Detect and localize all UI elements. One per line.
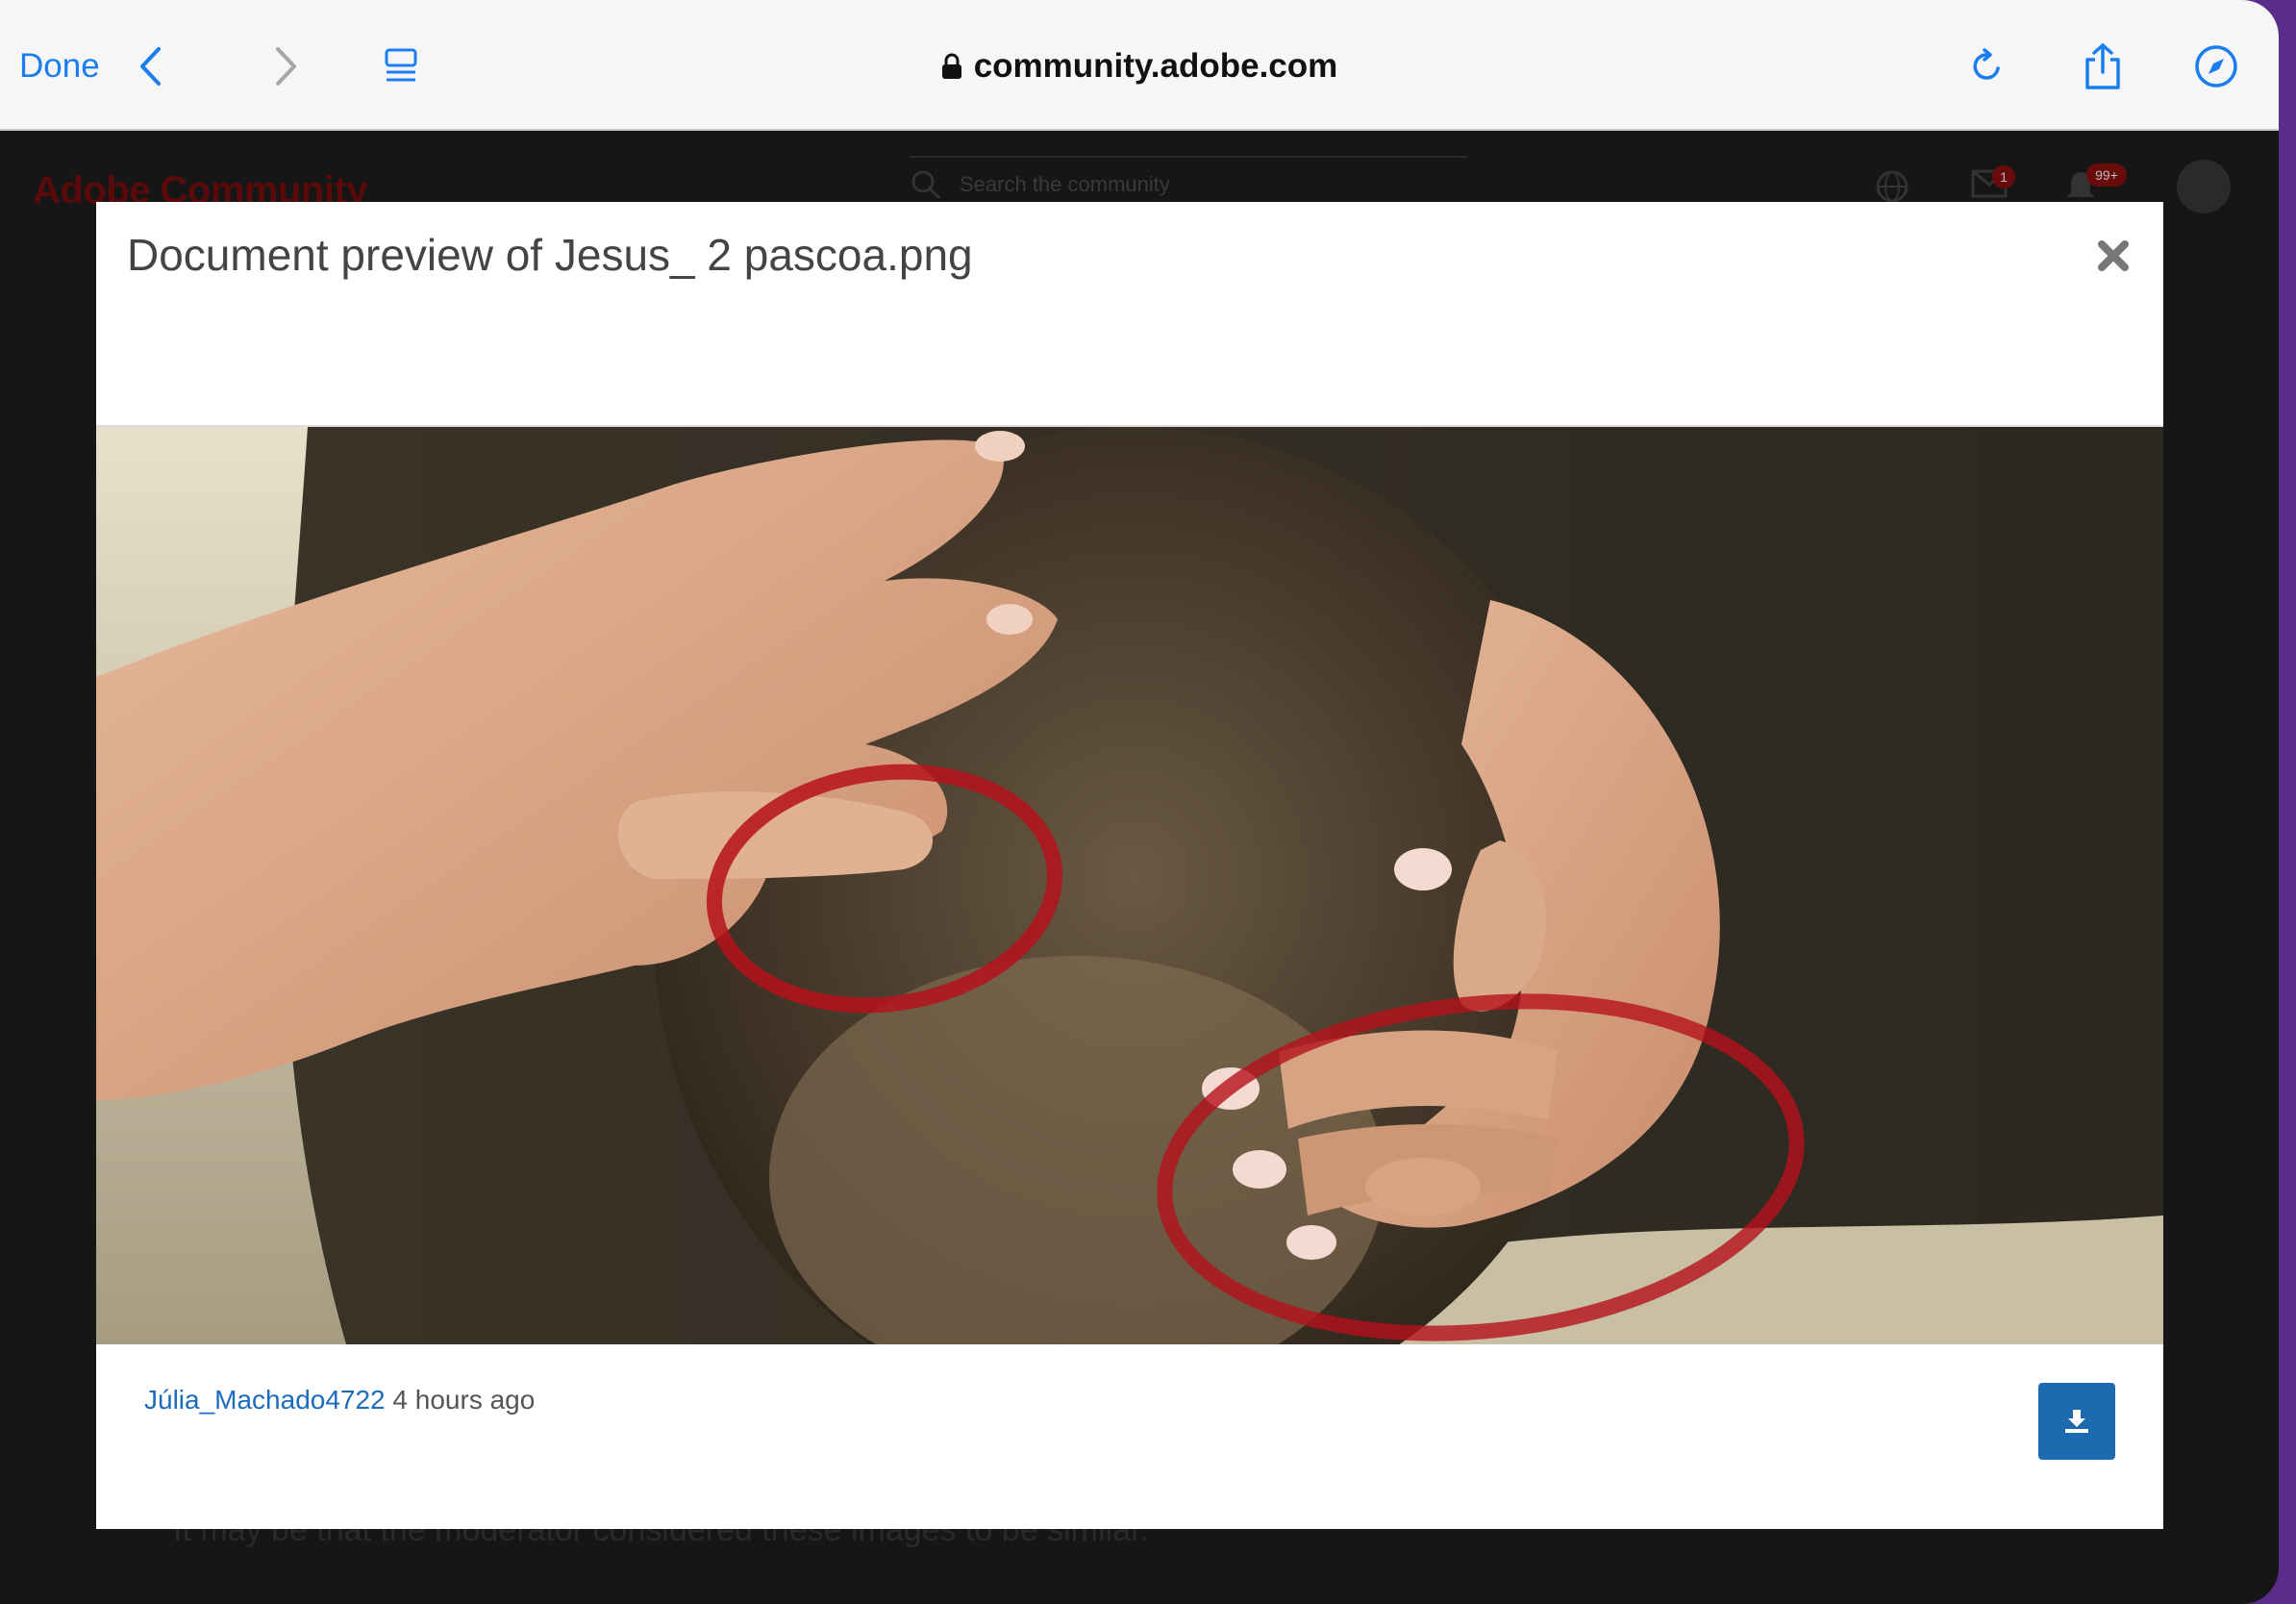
url-text: community.adobe.com: [973, 47, 1338, 85]
hands-on-fur-image: [96, 427, 2163, 1344]
reload-icon: [1973, 48, 2000, 80]
address-bar: community.adobe.com: [0, 40, 2279, 92]
attachment-meta: Júlia_Machado4722 4 hours ago: [144, 1385, 535, 1416]
done-button[interactable]: Done: [19, 40, 100, 92]
compass-icon: [2195, 45, 2237, 88]
download-icon: [2065, 1410, 2088, 1433]
back-button[interactable]: [131, 40, 169, 92]
close-button[interactable]: [2092, 235, 2134, 277]
user-avatar: [2177, 160, 2231, 213]
share-button[interactable]: [2077, 40, 2129, 92]
search-icon: [911, 170, 941, 200]
chevron-right-icon: [276, 47, 296, 86]
modal-title: Document preview of Jesus_ 2 pascoa.png: [127, 230, 973, 280]
list-icon: [385, 48, 417, 82]
globe-icon: [1876, 170, 1909, 203]
timestamp: 4 hours ago: [392, 1385, 536, 1415]
notifications-badge: 99+: [2086, 163, 2127, 187]
lock-icon: [941, 53, 961, 79]
share-icon: [2085, 43, 2120, 89]
forward-button[interactable]: [267, 40, 306, 92]
messages-badge: 1: [1992, 165, 2015, 188]
preview-image: [96, 425, 2163, 1344]
document-preview-modal: Document preview of Jesus_ 2 pascoa.png: [96, 202, 2163, 1529]
url-field[interactable]: community.adobe.com: [941, 47, 1338, 86]
ipad-screen: Done community.adobe.com Adobe Community: [0, 0, 2279, 1604]
browser-toolbar: Done community.adobe.com: [0, 0, 2279, 131]
reload-button[interactable]: [1963, 40, 2011, 92]
close-icon: [2098, 240, 2129, 271]
author-link[interactable]: Júlia_Machado4722: [144, 1385, 386, 1415]
download-button[interactable]: [2038, 1383, 2115, 1460]
chevron-left-icon: [140, 47, 161, 86]
compass-button[interactable]: [2190, 40, 2242, 92]
reader-list-button[interactable]: [377, 40, 425, 92]
search-placeholder: Search the community: [960, 172, 1170, 196]
